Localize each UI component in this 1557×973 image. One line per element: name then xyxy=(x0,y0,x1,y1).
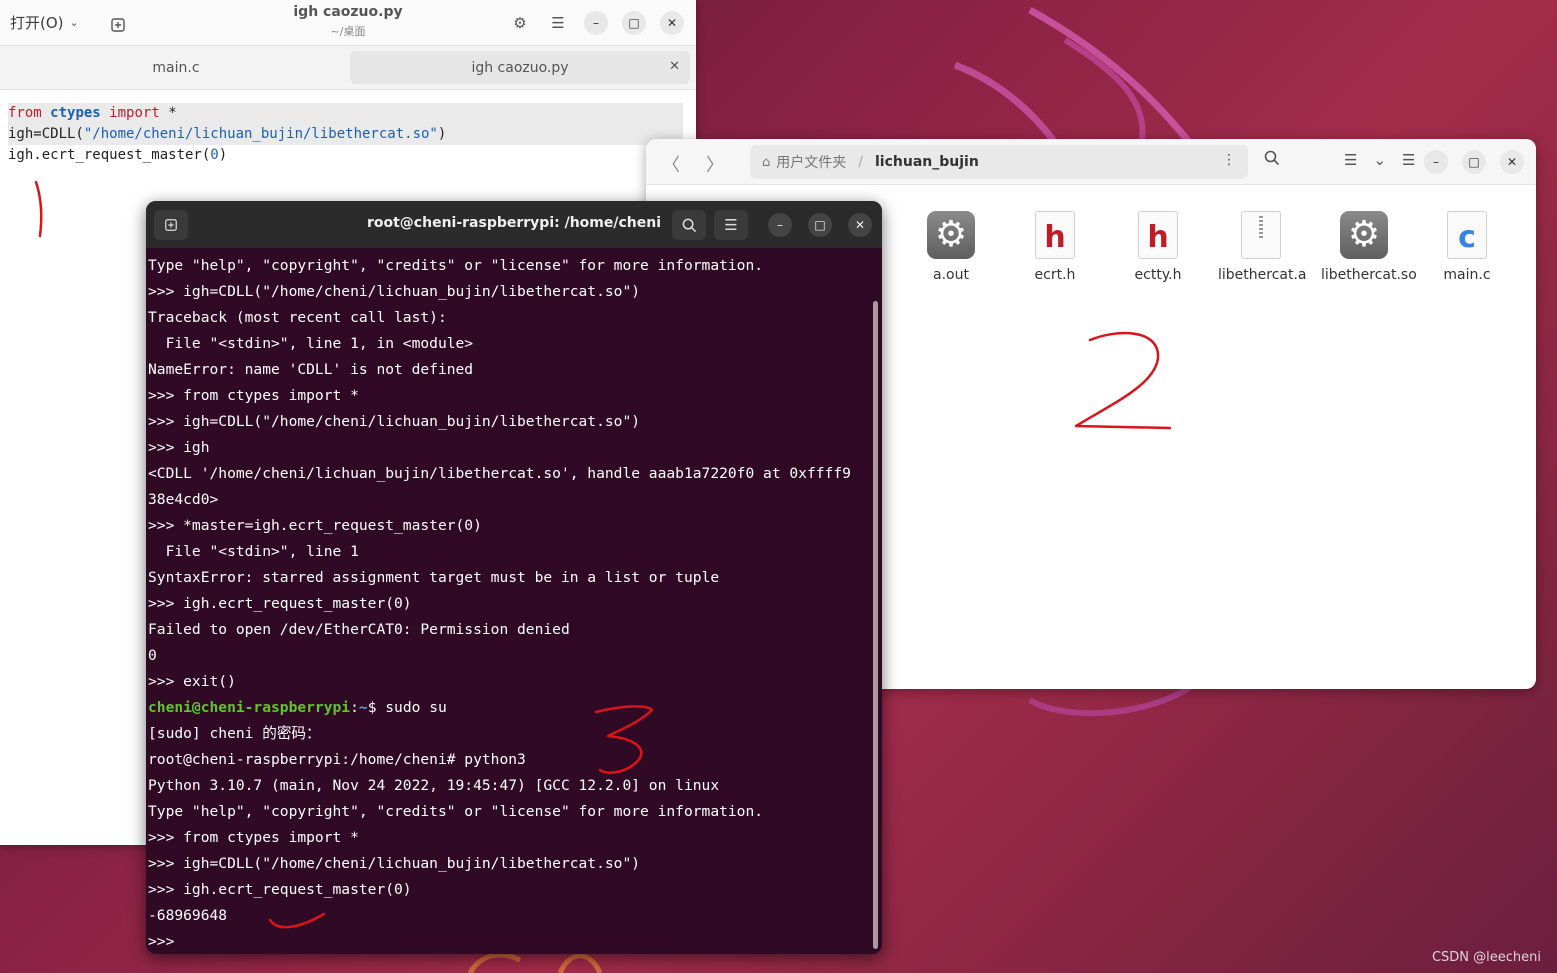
terminal-scrollbar[interactable] xyxy=(873,301,878,949)
settings-gear-icon[interactable]: ⚙ xyxy=(508,11,532,35)
terminal-headerbar: root@cheni-raspberrypi: /home/cheni ☰ – … xyxy=(146,201,882,248)
terminal-line: File "<stdin>", line 1 xyxy=(148,543,359,560)
code-area[interactable]: from ctypes import * igh=CDLL("/home/che… xyxy=(8,103,683,166)
search-icon[interactable] xyxy=(1264,150,1280,170)
terminal-line: File "<stdin>", line 1, in <module> xyxy=(148,335,474,352)
terminal-line: >>> from ctypes import * xyxy=(148,829,359,846)
file-name: ectty.h xyxy=(1134,267,1182,283)
file-name: ecrt.h xyxy=(1034,267,1076,283)
tab-label: main.c xyxy=(152,59,200,76)
file-grid: ⚙ a.out h ecrt.h h ectty.h libethercat.a… xyxy=(886,185,1536,689)
code-line: igh=CDLL("/home/cheni/lichuan_bujin/libe… xyxy=(8,124,683,145)
terminal-line: [sudo] cheni 的密码： xyxy=(148,725,321,742)
close-button[interactable]: ✕ xyxy=(660,11,684,35)
shell-prompt-line: cheni@cheni-raspberrypi:~$ sudo su xyxy=(148,699,447,716)
terminal-line: >>> *master=igh.ecrt_request_master(0) xyxy=(148,517,482,534)
terminal-line: 0 xyxy=(148,647,157,664)
file-item[interactable]: libethercat.a xyxy=(1218,211,1307,283)
close-button[interactable]: ✕ xyxy=(1500,150,1524,174)
files-headerbar: 〈 〉 ⌂ 用户文件夹 / lichuan_bujin ⋮ ☰ ⌄ ☰ – □ … xyxy=(646,139,1536,185)
code-line: igh.ecrt_request_master(0) xyxy=(8,147,228,163)
maximize-button[interactable]: □ xyxy=(1462,150,1486,174)
terminal-line: -68969648 xyxy=(148,907,228,924)
path-home[interactable]: 用户文件夹 xyxy=(776,152,846,172)
c-source-icon: c xyxy=(1447,211,1487,259)
file-name: a.out xyxy=(933,267,969,283)
tab-igh-caozuo[interactable]: igh caozuo.py ✕ xyxy=(350,51,690,84)
minimize-button[interactable]: – xyxy=(1424,150,1448,174)
terminal-line: Traceback (most recent call last): xyxy=(148,309,447,326)
terminal-line: <CDLL '/home/cheni/lichuan_bujin/libethe… xyxy=(148,465,851,482)
archive-zip-icon xyxy=(1241,211,1281,259)
tab-label: igh caozuo.py xyxy=(471,59,569,76)
code-line: from ctypes import * xyxy=(8,103,683,124)
terminal-line: >>> xyxy=(148,933,184,950)
path-bar[interactable]: ⌂ 用户文件夹 / lichuan_bujin ⋮ xyxy=(750,145,1248,179)
terminal-line: >>> igh.ecrt_request_master(0) xyxy=(148,595,412,612)
maximize-button[interactable]: □ xyxy=(808,213,832,237)
terminal-line: Type "help", "copyright", "credits" or "… xyxy=(148,257,764,274)
minimize-button[interactable]: – xyxy=(584,11,608,35)
editor-tab-bar: main.c igh caozuo.py ✕ xyxy=(0,46,696,90)
terminal-output[interactable]: Type "help", "copyright", "credits" or "… xyxy=(148,253,870,954)
terminal-line: >>> from ctypes import * xyxy=(148,387,359,404)
watermark: CSDN @leecheni xyxy=(1431,950,1541,965)
executable-gear-icon: ⚙ xyxy=(927,211,975,259)
terminal-window[interactable]: root@cheni-raspberrypi: /home/cheni ☰ – … xyxy=(146,201,882,954)
chevron-down-icon[interactable]: ⌄ xyxy=(1373,151,1386,169)
terminal-line: >>> exit() xyxy=(148,673,236,690)
list-view-icon[interactable]: ☰ xyxy=(1344,151,1357,169)
more-vertical-icon[interactable]: ⋮ xyxy=(1222,152,1236,168)
hamburger-menu-icon[interactable]: ☰ xyxy=(1402,151,1415,169)
terminal-line: Failed to open /dev/EtherCAT0: Permissio… xyxy=(148,621,570,638)
file-name: libethercat.so xyxy=(1321,267,1417,283)
terminal-line: >>> igh=CDLL("/home/cheni/lichuan_bujin/… xyxy=(148,855,641,872)
close-button[interactable]: ✕ xyxy=(848,213,872,237)
header-h-icon: h xyxy=(1138,211,1178,259)
hamburger-menu-icon[interactable]: ☰ xyxy=(714,210,748,240)
file-item[interactable]: c main.c xyxy=(1424,211,1510,283)
terminal-line: >>> igh=CDLL("/home/cheni/lichuan_bujin/… xyxy=(148,283,641,300)
editor-headerbar: 打开(O) ⌄ igh caozuo.py ~/桌面 ⚙ ☰ – □ ✕ xyxy=(0,0,696,46)
file-item[interactable]: h ectty.h xyxy=(1115,211,1201,283)
tab-main-c[interactable]: main.c xyxy=(6,51,346,84)
terminal-line: >>> igh=CDLL("/home/cheni/lichuan_bujin/… xyxy=(148,413,641,430)
terminal-line: SyntaxError: starred assignment target m… xyxy=(148,569,720,586)
file-name: libethercat.a xyxy=(1218,267,1307,283)
file-name: main.c xyxy=(1443,267,1491,283)
home-icon: ⌂ xyxy=(762,154,771,170)
terminal-line: NameError: name 'CDLL' is not defined xyxy=(148,361,474,378)
terminal-line: root@cheni-raspberrypi:/home/cheni# pyth… xyxy=(148,751,526,768)
file-item[interactable]: h ecrt.h xyxy=(1012,211,1098,283)
path-current[interactable]: lichuan_bujin xyxy=(875,154,979,170)
minimize-button[interactable]: – xyxy=(768,213,792,237)
file-item[interactable]: ⚙ a.out xyxy=(908,211,994,283)
file-item[interactable]: ⚙ libethercat.so xyxy=(1321,211,1417,283)
header-h-icon: h xyxy=(1035,211,1075,259)
terminal-line: >>> igh.ecrt_request_master(0) xyxy=(148,881,412,898)
hamburger-menu-icon[interactable]: ☰ xyxy=(546,11,570,35)
forward-arrow-icon[interactable]: 〉 xyxy=(706,151,724,177)
terminal-line: Python 3.10.7 (main, Nov 24 2022, 19:45:… xyxy=(148,777,720,794)
path-separator: / xyxy=(858,154,863,170)
shared-library-gear-icon: ⚙ xyxy=(1340,211,1388,259)
terminal-line: 38e4cd0> xyxy=(148,491,219,508)
tab-close-icon[interactable]: ✕ xyxy=(669,59,680,74)
terminal-line: Type "help", "copyright", "credits" or "… xyxy=(148,803,764,820)
maximize-button[interactable]: □ xyxy=(622,11,646,35)
terminal-line: >>> igh xyxy=(148,439,210,456)
search-icon[interactable] xyxy=(672,210,706,240)
back-arrow-icon[interactable]: 〈 xyxy=(662,151,680,177)
